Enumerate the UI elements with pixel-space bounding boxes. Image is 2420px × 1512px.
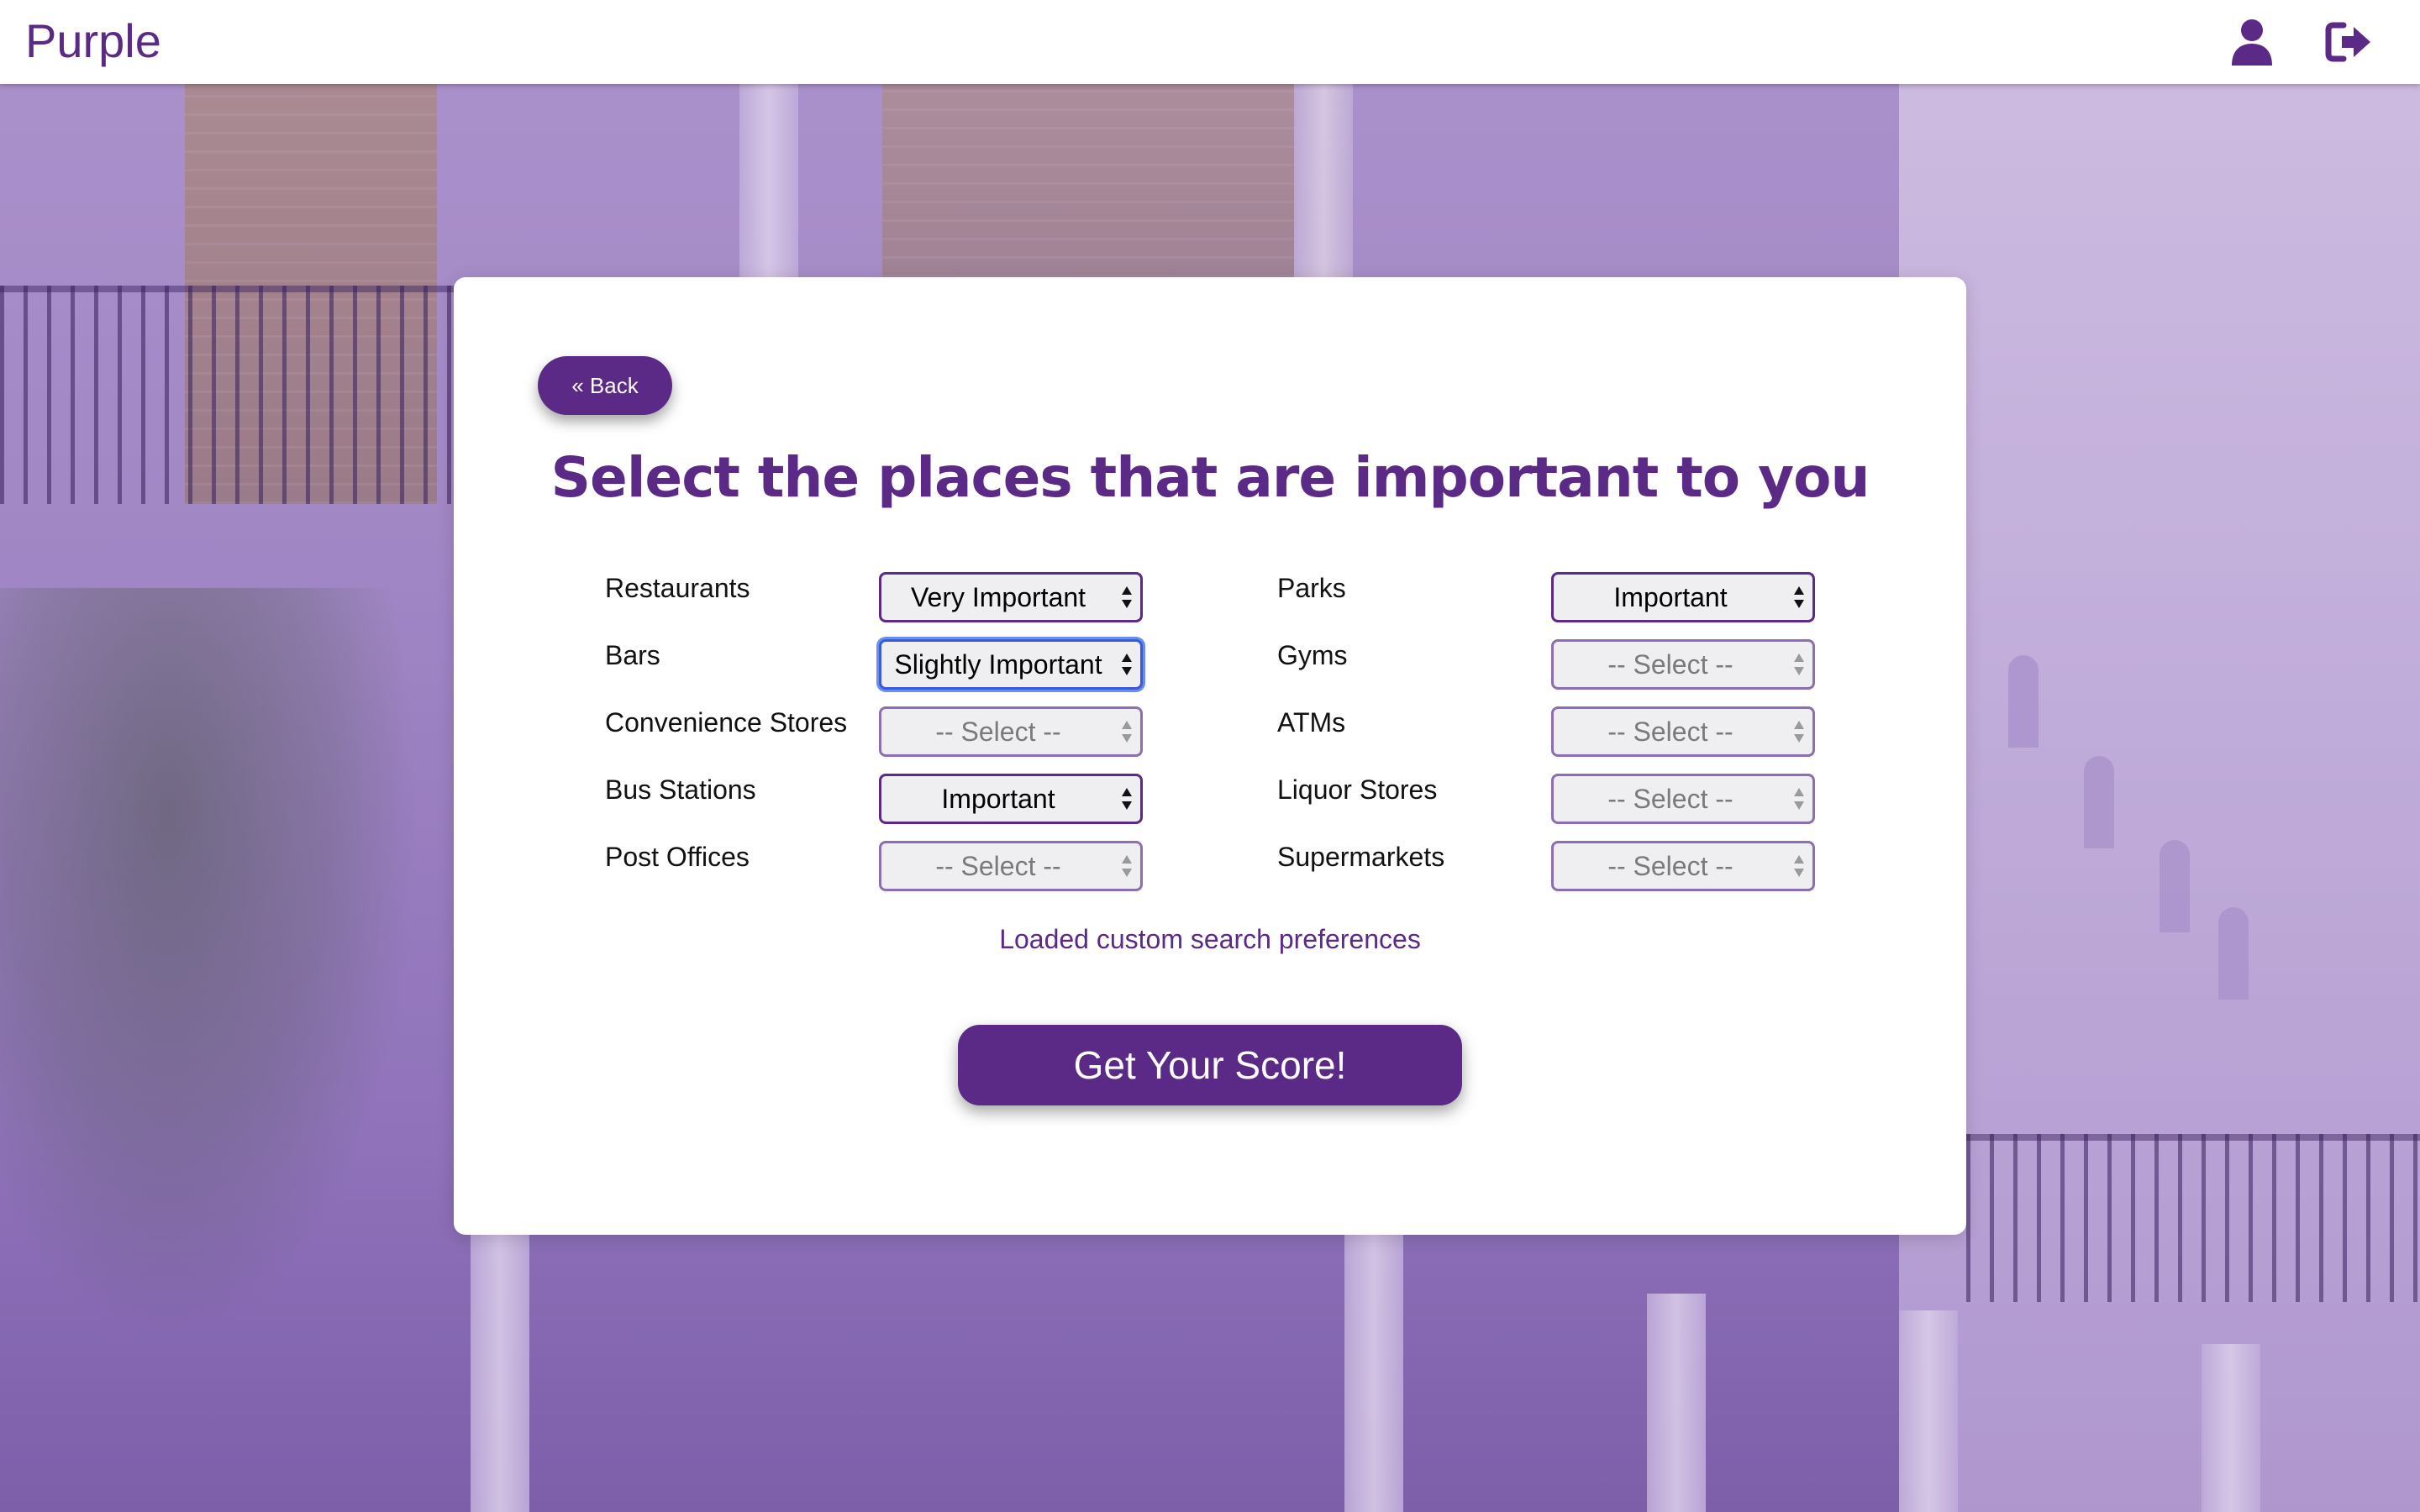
top-navbar: Purple <box>0 0 2420 84</box>
pref-label-liquor-stores: Liquor Stores <box>1277 774 1438 805</box>
select-arrows-icon <box>1792 786 1806 811</box>
pref-label-convenience-stores: Convenience Stores <box>605 707 848 738</box>
select-value: Very Important <box>910 582 1086 612</box>
pref-select-liquor-stores[interactable]: -- Select -- <box>1551 774 1815 824</box>
select-arrows-icon <box>1120 585 1134 610</box>
pref-label-atms: ATMs <box>1277 707 1346 738</box>
page-title: Select the places that are important to … <box>550 445 1870 510</box>
select-arrows-icon <box>1792 853 1806 879</box>
pref-select-supermarkets[interactable]: -- Select -- <box>1551 841 1815 891</box>
back-button[interactable]: « Back <box>538 356 672 415</box>
pref-label-supermarkets: Supermarkets <box>1277 842 1445 872</box>
pref-label-bars: Bars <box>605 640 660 670</box>
select-arrows-icon <box>1120 853 1134 879</box>
pref-select-restaurants[interactable]: Very Important <box>879 572 1143 622</box>
select-value: Important <box>1613 582 1728 612</box>
preferences-card: « Back Select the places that are import… <box>454 277 1966 1235</box>
select-arrows-icon <box>1120 786 1134 811</box>
select-value: -- Select -- <box>1607 784 1733 814</box>
pref-select-gyms[interactable]: -- Select -- <box>1551 639 1815 690</box>
select-arrows-icon <box>1792 652 1806 677</box>
select-value: -- Select -- <box>1607 717 1733 747</box>
select-value: -- Select -- <box>935 851 1061 881</box>
select-arrows-icon <box>1792 585 1806 610</box>
select-arrows-icon <box>1792 719 1806 744</box>
pref-select-post-offices[interactable]: -- Select -- <box>879 841 1143 891</box>
pref-label-post-offices: Post Offices <box>605 842 750 872</box>
select-value: -- Select -- <box>935 717 1061 747</box>
sign-out-icon[interactable] <box>2323 17 2374 67</box>
select-value: -- Select -- <box>1607 649 1733 680</box>
pref-label-parks: Parks <box>1277 573 1346 603</box>
status-message: Loaded custom search preferences <box>999 924 1421 954</box>
select-value: Slightly Important <box>894 649 1102 680</box>
pref-label-bus-stations: Bus Stations <box>605 774 756 805</box>
pref-select-bus-stations[interactable]: Important <box>879 774 1143 824</box>
pref-select-parks[interactable]: Important <box>1551 572 1815 622</box>
pref-label-restaurants: Restaurants <box>605 573 750 603</box>
user-icon[interactable] <box>2227 17 2277 67</box>
get-score-button[interactable]: Get Your Score! <box>958 1025 1462 1105</box>
select-arrows-icon <box>1120 719 1134 744</box>
pref-select-convenience-stores[interactable]: -- Select -- <box>879 706 1143 757</box>
pref-select-bars[interactable]: Slightly Important <box>879 639 1143 690</box>
pref-select-atms[interactable]: -- Select -- <box>1551 706 1815 757</box>
select-value: -- Select -- <box>1607 851 1733 881</box>
select-value: Important <box>941 784 1055 814</box>
select-arrows-icon <box>1120 652 1134 677</box>
brand-logo[interactable]: Purple <box>25 13 161 68</box>
pref-label-gyms: Gyms <box>1277 640 1348 670</box>
